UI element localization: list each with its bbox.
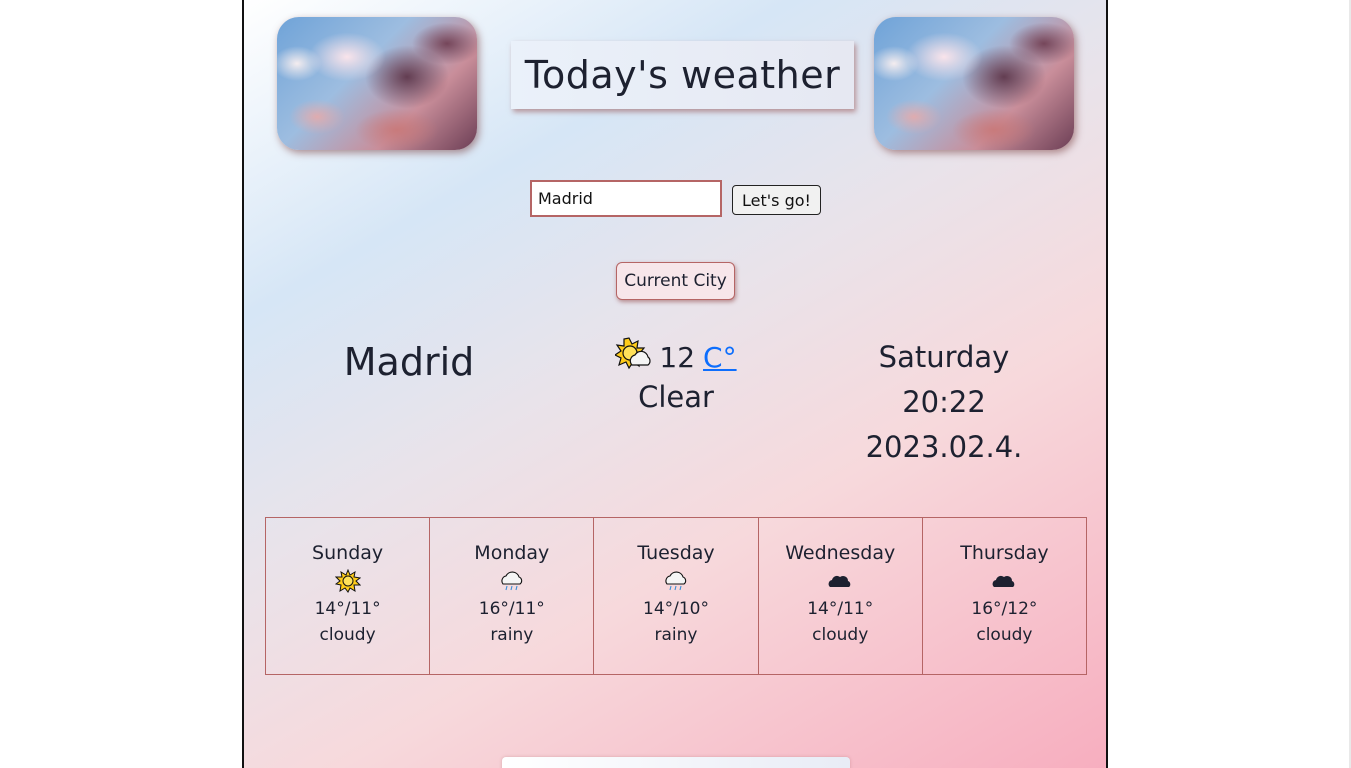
footer-card	[502, 757, 850, 768]
sun-icon	[266, 568, 429, 594]
cloud-photo-right	[874, 17, 1074, 150]
sun-behind-cloud-icon	[614, 336, 651, 378]
forecast-desc: rainy	[490, 625, 534, 645]
cloud-icon	[923, 568, 1086, 594]
forecast-desc: cloudy	[812, 625, 869, 645]
temperature-unit-link[interactable]: C°	[703, 341, 737, 374]
forecast-temps: 16°/12°	[971, 599, 1038, 619]
forecast-day-name: Tuesday	[637, 542, 715, 564]
forecast-temps: 14°/10°	[643, 599, 709, 619]
current-condition: Clear	[638, 380, 714, 414]
weekday: Saturday	[878, 340, 1010, 374]
search-submit-button[interactable]: Let's go!	[732, 185, 821, 215]
rain-cloud-icon	[594, 568, 757, 594]
forecast: Sunday 14°/11° cloudy Monday 16°/11° rai…	[265, 517, 1088, 675]
cloud-photo-left	[277, 17, 477, 150]
current-city-button[interactable]: Current City	[616, 262, 735, 300]
forecast-temps: 14°/11°	[807, 599, 874, 619]
rain-cloud-icon	[430, 568, 593, 594]
forecast-day: Sunday 14°/11° cloudy	[265, 517, 431, 675]
current-weather: 12 C° Clear	[584, 335, 768, 414]
date-time-block: Saturday 20:22 2023.02.4.	[834, 335, 1054, 470]
forecast-day: Thursday 16°/12° cloudy	[921, 517, 1088, 675]
forecast-day: Monday 16°/11° rainy	[429, 517, 595, 675]
forecast-desc: rainy	[654, 625, 698, 645]
city-search-input[interactable]	[530, 180, 722, 217]
forecast-temps: 16°/11°	[478, 599, 545, 619]
current-temperature: 12	[659, 340, 696, 374]
forecast-day-name: Thursday	[960, 542, 1049, 564]
forecast-temps: 14°/11°	[314, 599, 381, 619]
forecast-desc: cloudy	[976, 625, 1033, 645]
time: 20:22	[902, 385, 986, 419]
page-title: Today's weather	[511, 41, 854, 109]
forecast-day-name: Wednesday	[785, 542, 896, 564]
weather-app: Today's weather Let's go! Current City M…	[242, 0, 1108, 768]
date: 2023.02.4.	[865, 430, 1023, 464]
forecast-day-name: Monday	[474, 542, 550, 564]
city-name: Madrid	[343, 340, 475, 384]
forecast-desc: cloudy	[319, 625, 376, 645]
forecast-day: Wednesday 14°/11° cloudy	[757, 517, 923, 675]
forecast-day: Tuesday 14°/10° rainy	[593, 517, 759, 675]
forecast-day-name: Sunday	[312, 542, 384, 564]
cloud-icon	[759, 568, 922, 594]
